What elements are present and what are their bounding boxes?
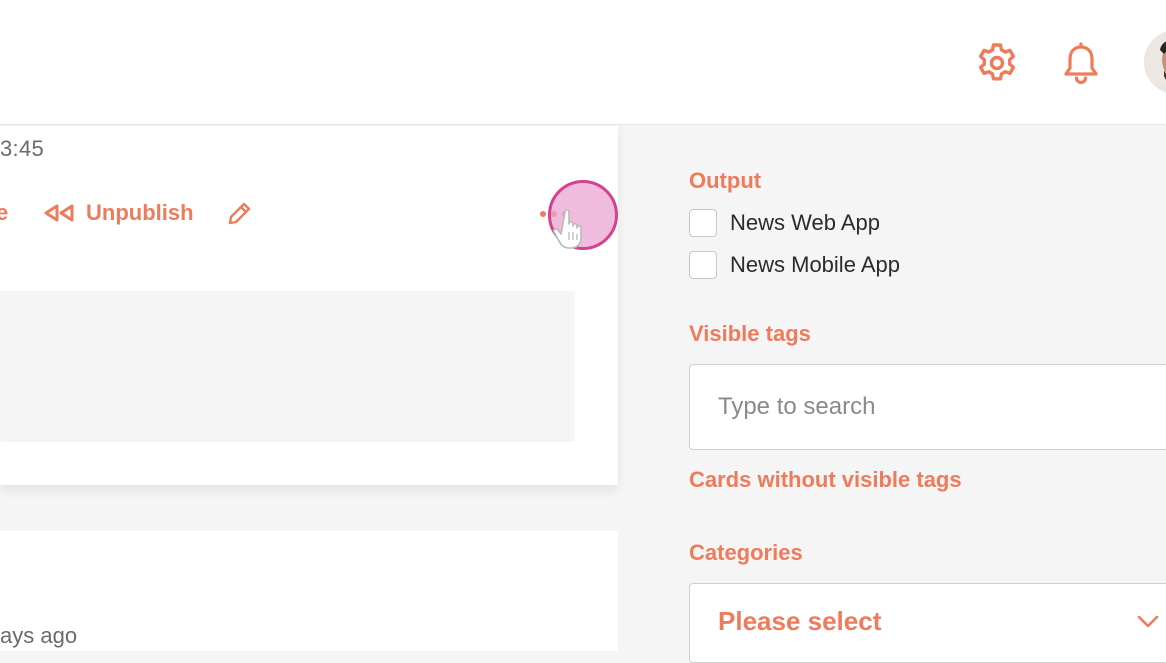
content-card: 3:45 e Unpublish [0, 126, 618, 485]
cards-without-tags-link[interactable]: Cards without visible tags [689, 467, 962, 493]
bell-icon[interactable] [1060, 41, 1102, 85]
output-label: Output [689, 168, 762, 193]
unpublish-button[interactable]: Unpublish [42, 200, 194, 226]
card-timestamp: 3:45 [0, 136, 45, 161]
card-relative-time: ays ago [0, 623, 78, 648]
categories-select[interactable]: Please select [689, 583, 1166, 663]
user-avatar-image [1144, 30, 1166, 94]
tag-search-input[interactable] [689, 364, 1166, 450]
news-web-app-checkbox[interactable] [689, 209, 717, 237]
rewind-icon [44, 204, 74, 222]
news-web-app-label: News Web App [730, 210, 881, 235]
top-bar [0, 0, 1166, 125]
content-card-2: ays ago [0, 531, 618, 651]
card-list: 3:45 e Unpublish ays ago [0, 126, 618, 651]
news-mobile-app-checkbox[interactable] [689, 251, 717, 279]
categories-label: Categories [689, 540, 803, 565]
output-option-mobile[interactable]: News Mobile App [689, 251, 900, 279]
chevron-down-icon [1137, 615, 1159, 628]
card-content-preview [0, 291, 575, 442]
visible-tags-label: Visible tags [689, 321, 811, 346]
hand-cursor-icon [553, 208, 582, 249]
filter-sidebar: Output News Web App News Mobile App Visi… [618, 126, 1166, 663]
card-action-partial[interactable]: e [0, 200, 8, 226]
unpublish-label: Unpublish [86, 200, 194, 225]
pencil-icon[interactable] [226, 200, 252, 228]
avatar[interactable] [1144, 30, 1166, 94]
output-option-web[interactable]: News Web App [689, 209, 880, 237]
gear-icon[interactable] [975, 41, 1019, 85]
categories-select-value: Please select [718, 606, 882, 636]
news-mobile-app-label: News Mobile App [730, 252, 900, 277]
